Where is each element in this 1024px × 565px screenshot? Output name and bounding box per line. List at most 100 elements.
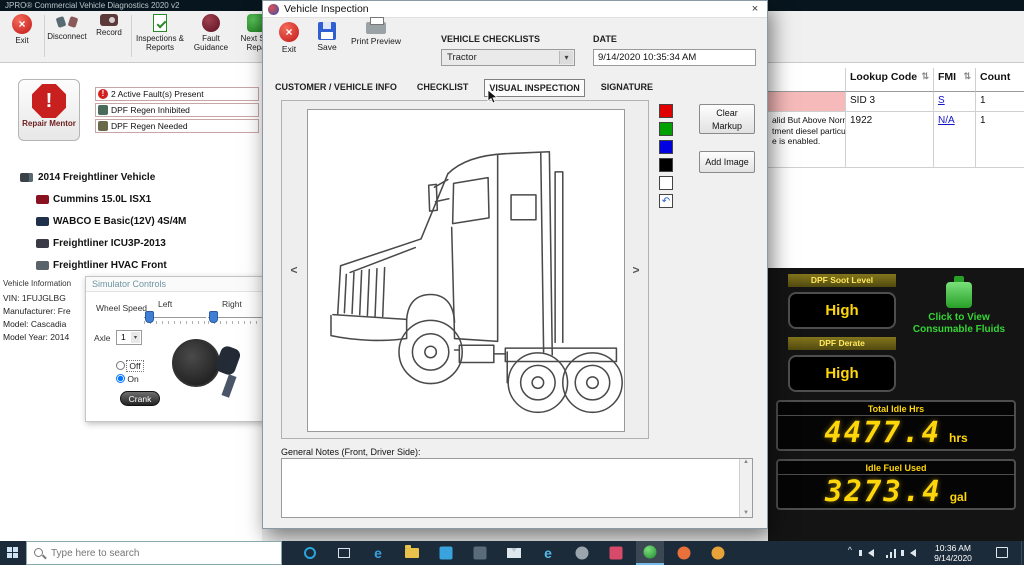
slider-thumb[interactable]	[145, 311, 154, 323]
sort-icon[interactable]: ⇅	[921, 71, 929, 82]
green-color-swatch[interactable]	[659, 122, 673, 136]
tab-customer-vehicle-info[interactable]: CUSTOMER / VEHICLE INFO	[271, 79, 401, 97]
ignition-off-radio[interactable]	[116, 361, 125, 370]
speaker-icon[interactable]	[901, 549, 916, 557]
disconnect-button[interactable]: Disconnect	[46, 14, 88, 41]
edge-icon[interactable]: e	[364, 541, 392, 565]
taskbar-clock[interactable]: 10:36 AM 9/14/2020	[924, 543, 982, 563]
fmi-label: FMI	[938, 71, 957, 83]
tab-checklist[interactable]: CHECKLIST	[413, 79, 473, 97]
print-preview-button[interactable]: Print Preview	[347, 17, 405, 46]
notes-scrollbar[interactable]: ▲ ▼	[739, 459, 752, 517]
printer-icon	[366, 17, 386, 34]
next-image-button[interactable]: >	[629, 261, 643, 279]
fault-row-fmi: S	[934, 92, 976, 112]
fault-row-lookup-code[interactable]: 1922	[846, 112, 934, 168]
file-explorer-icon[interactable]	[398, 541, 426, 565]
tab-visual-inspection[interactable]: VISUAL INSPECTION	[484, 79, 585, 97]
repair-mentor-button[interactable]: ! Repair Mentor	[18, 79, 80, 141]
fault-row-description[interactable]	[768, 92, 846, 112]
vehicle-checklist-select[interactable]: Tractor ▾	[441, 49, 575, 66]
blue-color-swatch[interactable]	[659, 140, 673, 154]
network-icon[interactable]	[886, 549, 898, 558]
exit-button[interactable]: × Exit	[2, 14, 42, 45]
notification-center-icon[interactable]	[996, 547, 1008, 558]
left-wheel-speed-slider[interactable]	[144, 310, 206, 326]
date-input[interactable]	[593, 49, 756, 66]
vin-value: VIN: 1FUJGLBG	[3, 293, 66, 303]
close-icon[interactable]: ×	[747, 2, 763, 17]
cortana-icon[interactable]	[296, 541, 324, 565]
scroll-down-icon[interactable]: ▼	[740, 510, 752, 516]
record-button[interactable]: Record	[90, 14, 128, 37]
inspection-drawing-canvas[interactable]	[307, 109, 625, 432]
inspection-image-frame: < >	[281, 100, 649, 439]
jpro-app-icon[interactable]	[636, 541, 664, 565]
task-view-icon[interactable]	[330, 541, 358, 565]
tree-item-icu[interactable]: Freightliner ICU3P-2013	[0, 237, 262, 252]
ignition-switch-icon[interactable]	[172, 339, 220, 387]
store-icon[interactable]	[432, 541, 460, 565]
black-color-swatch[interactable]	[659, 158, 673, 172]
gauges-panel: DPF Soot Level High DPF Derate High Clic…	[768, 268, 1024, 541]
start-button[interactable]	[0, 541, 26, 565]
general-notes-textarea[interactable]	[282, 459, 739, 517]
fmi-column-header[interactable]: FMI ⇅	[934, 68, 976, 92]
ignition-on-option[interactable]: On	[116, 374, 139, 384]
dpf-regen-inhibited-banner[interactable]: DPF Regen Inhibited	[95, 103, 259, 117]
inspections-reports-button[interactable]: Inspections & Reports	[134, 14, 186, 52]
clear-markup-button[interactable]: Clear Markup	[699, 104, 755, 134]
photos-icon[interactable]	[602, 541, 630, 565]
dialog-titlebar[interactable]: Vehicle Inspection ×	[263, 1, 767, 18]
tree-item-hvac[interactable]: Freightliner HVAC Front	[0, 259, 262, 274]
fmi-link[interactable]: S	[938, 95, 945, 106]
axle-label: Axle	[94, 333, 111, 343]
dialog-exit-button[interactable]: × Exit	[273, 22, 305, 54]
ignition-off-option[interactable]: Off	[116, 360, 144, 372]
search-input[interactable]	[51, 542, 276, 564]
save-button[interactable]: Save	[311, 22, 343, 52]
fault-row-lookup-code[interactable]: SID 3	[846, 92, 934, 112]
ignition-on-radio[interactable]	[116, 374, 125, 383]
dialog-app-icon	[268, 4, 279, 15]
axle-select[interactable]: 1 ▾	[116, 330, 142, 345]
crank-button[interactable]: Crank	[120, 391, 160, 406]
fault-guidance-button[interactable]: Fault Guidance	[189, 14, 233, 52]
count-column-header[interactable]: Count	[976, 68, 1024, 92]
calculator-icon[interactable]	[466, 541, 494, 565]
right-wheel-speed-slider[interactable]	[208, 310, 263, 326]
dialog-title: Vehicle Inspection	[284, 3, 369, 15]
volume-icon[interactable]	[859, 549, 874, 557]
manufacturer-value: Manufacturer: Fre	[3, 306, 71, 316]
windows-logo-icon	[7, 547, 19, 559]
add-image-button[interactable]: Add Image	[699, 151, 755, 173]
save-label: Save	[317, 42, 337, 52]
app-ball-icon[interactable]	[704, 541, 732, 565]
red-color-swatch[interactable]	[659, 104, 673, 118]
undo-icon[interactable]: ↶	[659, 194, 673, 208]
dpf-regen-needed-banner[interactable]: DPF Regen Needed	[95, 119, 259, 133]
white-color-swatch[interactable]	[659, 176, 673, 190]
consumable-fluids-button[interactable]: Click to View Consumable Fluids	[900, 276, 1018, 336]
fault-row-description[interactable]: alid But Above Normal tment diesel parti…	[768, 112, 846, 168]
description-column-header[interactable]	[768, 68, 846, 92]
tree-item-vehicle[interactable]: 2014 Freightliner Vehicle	[0, 171, 262, 186]
active-faults-banner[interactable]: ! 2 Active Fault(s) Present	[95, 87, 259, 101]
scroll-up-icon[interactable]: ▲	[743, 459, 749, 465]
settings-icon[interactable]	[568, 541, 596, 565]
model-year-value: Model Year: 2014	[3, 332, 70, 342]
dpf-soot-level-label: DPF Soot Level	[788, 274, 896, 287]
tray-chevron-icon[interactable]: ^	[848, 545, 852, 555]
tree-item-abs[interactable]: WABCO E Basic(12V) 4S/4M	[0, 215, 262, 230]
lookup-code-column-header[interactable]: Lookup Code ⇅	[846, 68, 934, 92]
slider-thumb[interactable]	[209, 311, 218, 323]
tree-item-engine[interactable]: Cummins 15.0L ISX1	[0, 193, 262, 208]
tab-signature[interactable]: SIGNATURE	[597, 79, 657, 97]
firefox-icon[interactable]	[670, 541, 698, 565]
edge-browser-icon[interactable]: e	[534, 541, 562, 565]
mail-icon[interactable]	[500, 541, 528, 565]
sort-icon[interactable]: ⇅	[963, 71, 971, 82]
previous-image-button[interactable]: <	[287, 261, 301, 279]
fmi-link[interactable]: N/A	[938, 115, 955, 126]
taskbar-search[interactable]	[26, 541, 282, 565]
